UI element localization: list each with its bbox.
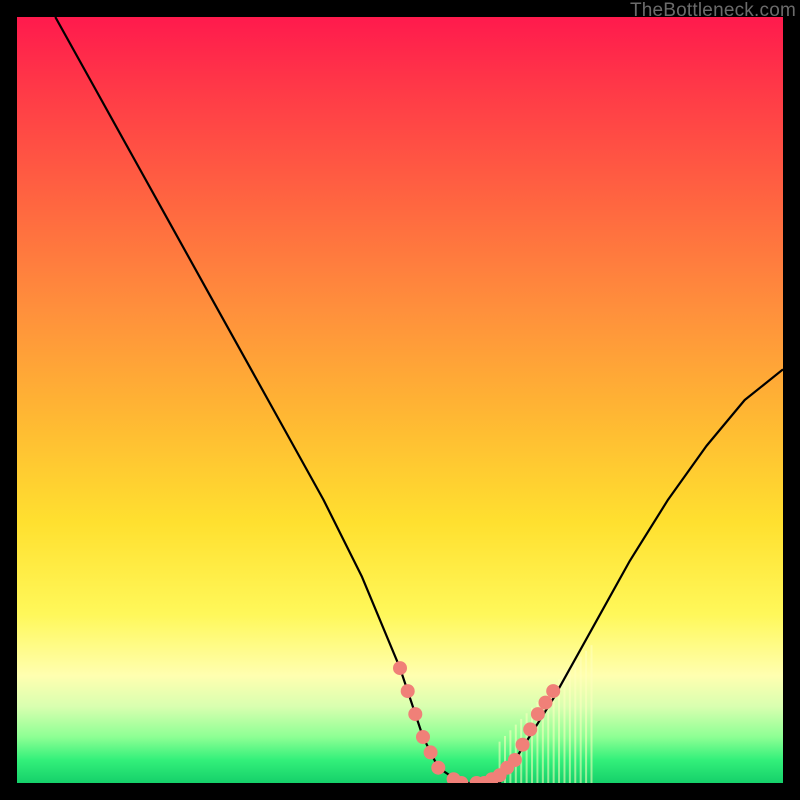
highlight-dot (546, 684, 560, 698)
highlight-dot (401, 684, 415, 698)
highlight-dot (508, 753, 522, 767)
highlight-dot (516, 738, 530, 752)
highlight-dot (431, 761, 445, 775)
highlight-dot (393, 661, 407, 675)
bottleneck-curve (55, 17, 783, 783)
curve-group (55, 17, 783, 783)
plot-area (17, 17, 783, 783)
highlight-dot (531, 707, 545, 721)
highlight-dot (416, 730, 430, 744)
highlight-dot (539, 696, 553, 710)
chart-svg (17, 17, 783, 783)
highlight-dot (523, 722, 537, 736)
watermark-text: TheBottleneck.com (630, 0, 796, 22)
highlight-dot (424, 745, 438, 759)
highlight-dot (408, 707, 422, 721)
chart-frame: TheBottleneck.com (0, 0, 800, 800)
